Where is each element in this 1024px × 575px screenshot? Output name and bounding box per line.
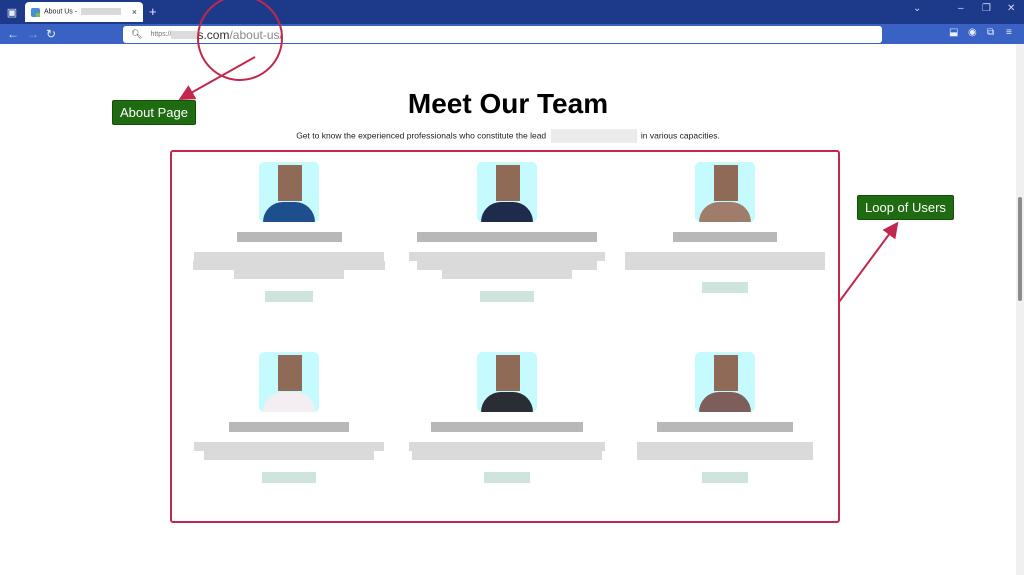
member-bio-line xyxy=(625,261,825,270)
minimize-icon[interactable]: – xyxy=(958,3,964,14)
member-bio-line xyxy=(412,451,602,460)
member-face-pixelated xyxy=(496,355,520,391)
reload-icon[interactable]: ↻ xyxy=(46,26,56,42)
member-photo-attire xyxy=(263,202,315,222)
member-role-redacted xyxy=(480,291,534,302)
team-member-card xyxy=(184,352,394,483)
page-subtitle: Get to know the experienced professional… xyxy=(0,129,1016,143)
member-bio-redacted xyxy=(620,252,830,270)
back-icon[interactable]: ← xyxy=(7,26,19,42)
team-member-card xyxy=(184,162,394,302)
member-face-pixelated xyxy=(714,165,738,201)
subtitle-text-start: Get to know the experienced professional… xyxy=(296,130,547,141)
member-photo xyxy=(695,352,755,412)
address-bar[interactable]: 🔍︎ https:// s.com /about-us/ xyxy=(123,26,882,43)
member-photo-attire xyxy=(481,202,533,222)
member-photo-attire xyxy=(699,202,751,222)
member-role-redacted xyxy=(702,282,748,293)
member-name-redacted xyxy=(417,232,597,242)
url-path: /about-us/ xyxy=(229,27,283,42)
member-name-redacted xyxy=(657,422,793,432)
vertical-scrollbar[interactable] xyxy=(1016,44,1024,575)
member-bio-line xyxy=(193,261,385,270)
tab-bar: ▣ About Us - × + ⌄ – ❐ ✕ xyxy=(0,0,1024,24)
member-photo-attire xyxy=(481,392,533,412)
team-member-card xyxy=(402,352,612,483)
url-domain: s.com xyxy=(197,27,230,42)
restore-icon[interactable]: ❐ xyxy=(982,3,991,14)
member-bio-line xyxy=(417,261,597,270)
url-scheme: https:// xyxy=(150,31,172,38)
member-bio-line xyxy=(409,442,605,451)
member-bio-line xyxy=(194,442,384,451)
member-bio-line xyxy=(204,451,374,460)
tab-list-icon[interactable]: ▣ xyxy=(4,4,20,20)
member-photo-attire xyxy=(699,392,751,412)
new-tab-button[interactable]: + xyxy=(149,4,157,20)
navigation-bar: ← → ↻ 🔍︎ https:// s.com /about-us/ ⬓ ◉ ⧉… xyxy=(0,24,1024,44)
member-face-pixelated xyxy=(278,355,302,391)
member-photo xyxy=(477,162,537,222)
member-photo-attire xyxy=(263,392,315,412)
member-bio-redacted xyxy=(184,252,394,279)
member-bio-line xyxy=(625,252,825,261)
member-photo xyxy=(259,162,319,222)
member-photo xyxy=(477,352,537,412)
member-role-redacted xyxy=(702,472,748,483)
team-member-card xyxy=(402,162,612,302)
close-tab-icon[interactable]: × xyxy=(132,7,137,17)
member-bio-line xyxy=(234,270,344,279)
tab-about-us[interactable]: About Us - × xyxy=(25,2,143,22)
about-page-annotation: About Page xyxy=(112,100,196,125)
member-name-redacted xyxy=(431,422,583,432)
member-bio-redacted xyxy=(402,252,612,279)
pocket-icon[interactable]: ⬓ xyxy=(949,27,958,38)
redacted-site-name xyxy=(81,8,122,16)
account-icon[interactable]: ◉ xyxy=(968,27,977,38)
subtitle-text-end: in various capacities. xyxy=(640,130,720,141)
member-bio-line xyxy=(637,451,813,460)
window-close-icon[interactable]: ✕ xyxy=(1007,3,1015,14)
member-bio-redacted xyxy=(184,442,394,460)
member-role-redacted xyxy=(265,291,313,302)
menu-icon[interactable]: ≡ xyxy=(1006,27,1012,38)
list-all-tabs-icon[interactable]: ⌄ xyxy=(913,3,921,14)
member-face-pixelated xyxy=(496,165,520,201)
member-role-redacted xyxy=(484,472,530,483)
tab-title: About Us - xyxy=(44,8,80,16)
site-favicon-icon xyxy=(31,7,40,17)
member-bio-line xyxy=(442,270,572,279)
redacted-organization xyxy=(550,129,637,143)
team-member-card xyxy=(620,352,830,483)
member-role-redacted xyxy=(262,472,316,483)
member-bio-redacted xyxy=(620,442,830,460)
team-member-card xyxy=(620,162,830,293)
member-face-pixelated xyxy=(714,355,738,391)
loop-of-users-annotation: Loop of Users xyxy=(857,195,954,220)
member-photo xyxy=(259,352,319,412)
member-name-redacted xyxy=(673,232,777,242)
member-bio-line xyxy=(409,252,605,261)
extensions-icon[interactable]: ⧉ xyxy=(987,27,994,38)
member-bio-line xyxy=(637,442,813,451)
search-icon: 🔍︎ xyxy=(131,29,143,39)
member-name-redacted xyxy=(236,232,342,242)
scrollbar-thumb[interactable] xyxy=(1018,197,1022,301)
member-photo xyxy=(695,162,755,222)
forward-icon[interactable]: → xyxy=(27,26,39,42)
redacted-domain xyxy=(171,30,198,39)
member-bio-redacted xyxy=(402,442,612,460)
member-face-pixelated xyxy=(278,165,302,201)
member-name-redacted xyxy=(229,422,349,432)
member-bio-line xyxy=(194,252,384,261)
